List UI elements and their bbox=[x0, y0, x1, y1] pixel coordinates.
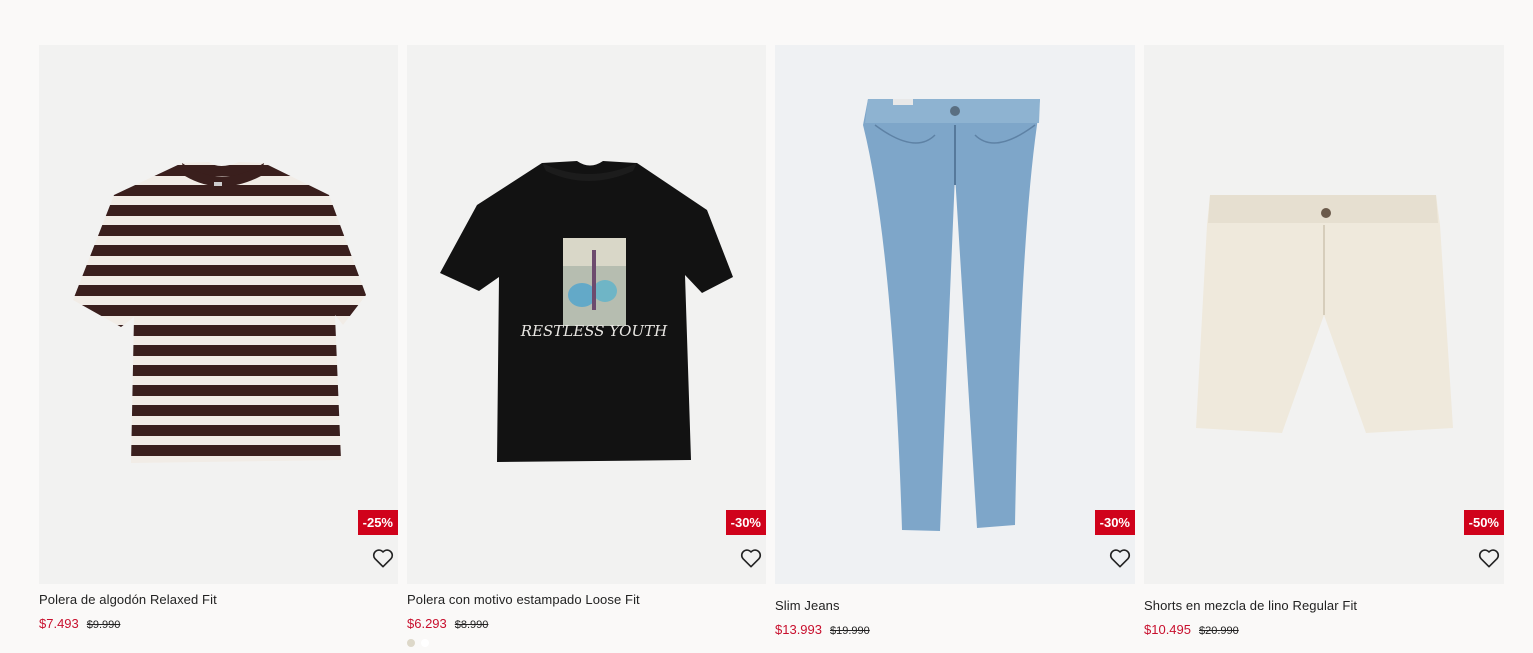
product-card[interactable]: -25% Polera de algodón Relaxed Fit $7.49… bbox=[39, 45, 398, 647]
product-name[interactable]: Polera de algodón Relaxed Fit bbox=[39, 592, 398, 607]
linen-shorts-image bbox=[1196, 195, 1453, 433]
product-grid: -25% Polera de algodón Relaxed Fit $7.49… bbox=[39, 45, 1504, 647]
color-swatch-beige[interactable] bbox=[407, 639, 415, 647]
product-name[interactable]: Slim Jeans bbox=[775, 598, 1135, 613]
slim-jeans-image bbox=[863, 99, 1040, 531]
discount-badge: -30% bbox=[725, 510, 766, 535]
product-image[interactable]: RESTLESS YOUTH -30% bbox=[407, 45, 766, 584]
original-price: $9.990 bbox=[86, 619, 121, 631]
product-prices: $10.495 $20.990 bbox=[1144, 622, 1504, 637]
printed-tshirt-image: RESTLESS YOUTH bbox=[440, 161, 733, 462]
print-text: RESTLESS YOUTH bbox=[520, 322, 668, 340]
product-prices: $13.993 $19.990 bbox=[775, 622, 1135, 637]
color-swatch-white[interactable] bbox=[421, 639, 429, 647]
product-card[interactable]: -30% Slim Jeans $13.993 $19.990 bbox=[775, 45, 1135, 647]
color-swatches bbox=[407, 639, 766, 647]
original-price: $20.990 bbox=[1199, 625, 1239, 637]
product-name[interactable]: Polera con motivo estampado Loose Fit bbox=[407, 592, 766, 607]
sale-price: $6.293 bbox=[407, 616, 447, 631]
sale-price: $10.495 bbox=[1144, 622, 1191, 637]
favorite-heart-icon[interactable] bbox=[1476, 545, 1502, 571]
product-card[interactable]: -50% Shorts en mezcla de lino Regular Fi… bbox=[1144, 45, 1504, 647]
striped-tshirt-image bbox=[73, 162, 366, 463]
sale-price: $7.493 bbox=[39, 616, 79, 631]
original-price: $8.990 bbox=[454, 619, 489, 631]
favorite-heart-icon[interactable] bbox=[370, 545, 396, 571]
product-card[interactable]: RESTLESS YOUTH -30% Polera con motivo es… bbox=[407, 45, 766, 647]
discount-badge: -25% bbox=[357, 510, 398, 535]
product-prices: $6.293 $8.990 bbox=[407, 616, 766, 631]
favorite-heart-icon[interactable] bbox=[738, 545, 764, 571]
favorite-heart-icon[interactable] bbox=[1107, 545, 1133, 571]
product-prices: $7.493 $9.990 bbox=[39, 616, 398, 631]
discount-badge: -50% bbox=[1463, 510, 1504, 535]
sale-price: $13.993 bbox=[775, 622, 822, 637]
original-price: $19.990 bbox=[830, 625, 870, 637]
product-name[interactable]: Shorts en mezcla de lino Regular Fit bbox=[1144, 598, 1504, 613]
discount-badge: -30% bbox=[1094, 510, 1135, 535]
product-image[interactable]: -25% bbox=[39, 45, 398, 584]
product-image[interactable]: -30% bbox=[775, 45, 1135, 584]
product-image[interactable]: -50% bbox=[1144, 45, 1504, 584]
